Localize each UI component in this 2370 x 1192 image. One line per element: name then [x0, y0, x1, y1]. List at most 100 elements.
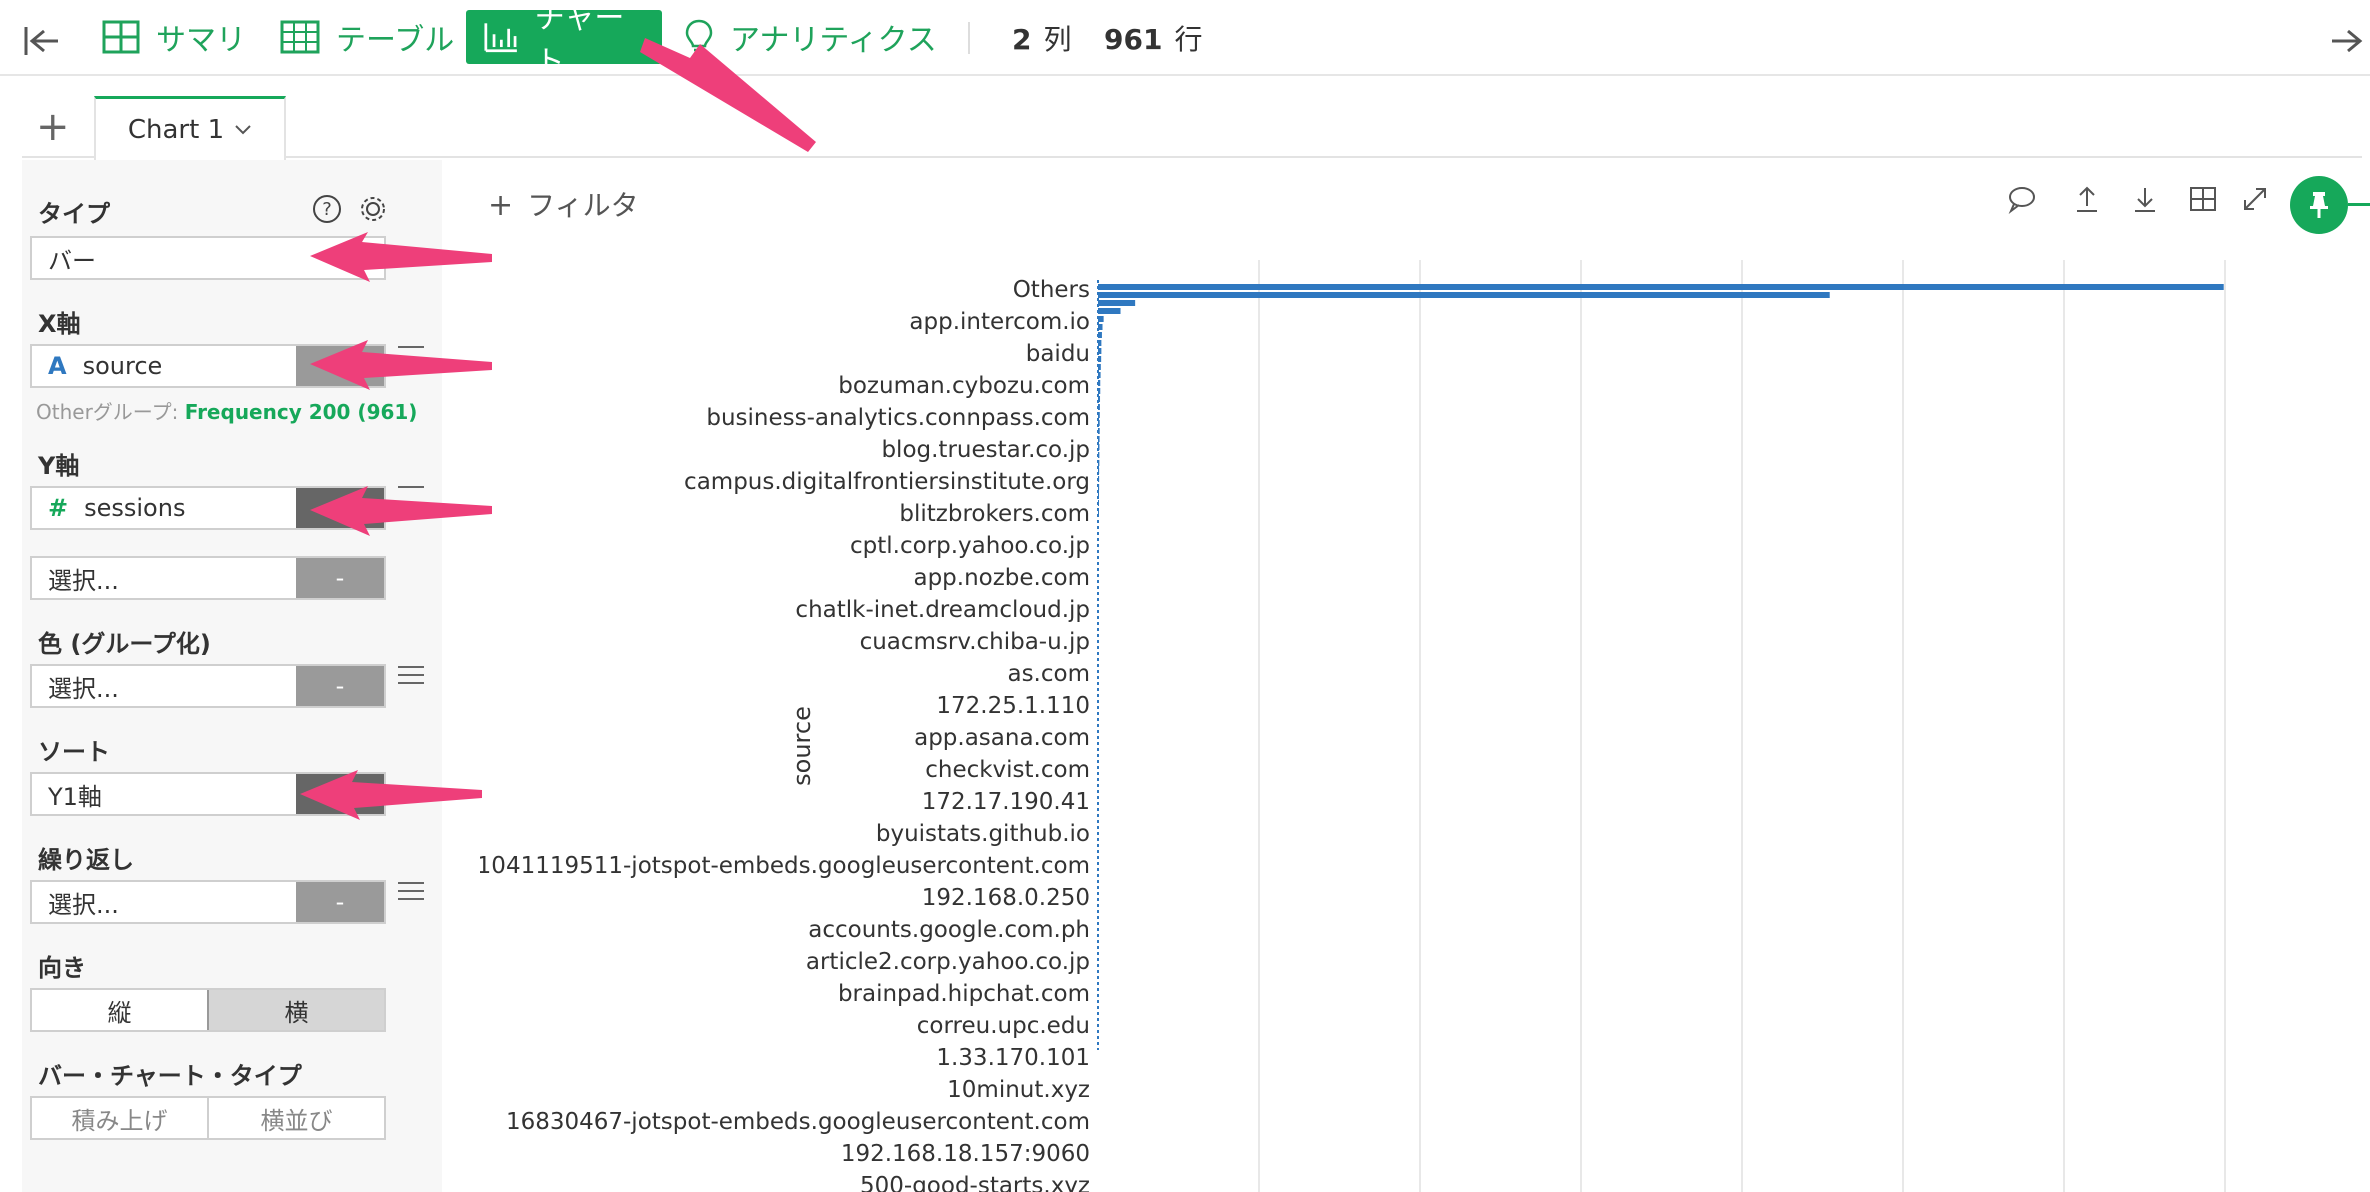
category-tick-label: 192.168.18.157:9060	[841, 1141, 1090, 1167]
bar[interactable]	[1098, 428, 1100, 434]
category-tick-label: blog.truestar.co.jp	[881, 437, 1090, 463]
y-axis-menu-icon[interactable]	[398, 480, 424, 494]
y-axis-second-button[interactable]: -	[296, 558, 384, 598]
bar[interactable]	[1098, 348, 1102, 354]
bar-type-toggle: 積み上げ 横並び	[30, 1096, 386, 1140]
y-axis-field[interactable]: # sessions	[30, 486, 386, 530]
collapse-left-icon[interactable]	[22, 14, 78, 68]
orientation-horizontal-button[interactable]: 横	[207, 990, 384, 1030]
bar[interactable]	[1098, 500, 1099, 506]
repeat-label: 繰り返し	[38, 846, 134, 874]
bar[interactable]	[1098, 396, 1101, 402]
repeat-field[interactable]: 選択... -	[30, 880, 386, 924]
category-tick-label: 1.33.170.101	[936, 1045, 1090, 1071]
filter-label: フィルタ	[527, 189, 639, 222]
fullscreen-icon[interactable]	[2240, 184, 2270, 218]
bar[interactable]	[1098, 308, 1121, 314]
bar[interactable]	[1098, 356, 1102, 362]
bar[interactable]	[1098, 404, 1100, 410]
tab-analytics-label: アナリティクス	[730, 23, 937, 58]
bar[interactable]	[1098, 468, 1100, 474]
category-tick-label: chatlk-inet.dreamcloud.jp	[795, 597, 1090, 623]
repeat-placeholder: 選択...	[48, 890, 119, 919]
color-group-menu-icon[interactable]	[398, 660, 424, 690]
add-filter-button[interactable]: + フィルタ	[488, 184, 639, 224]
pin-to-dashboard-button[interactable]	[2290, 176, 2348, 234]
bar[interactable]	[1098, 380, 1101, 386]
other-group-link[interactable]: Frequency 200 (961)	[185, 400, 418, 424]
sort-field[interactable]: Y1軸	[30, 772, 386, 816]
color-group-field[interactable]: 選択... -	[30, 664, 386, 708]
bar[interactable]	[1098, 300, 1136, 306]
bar[interactable]	[1098, 316, 1104, 322]
y-axis-label: Y軸	[38, 452, 80, 480]
x-axis-label: X軸	[38, 310, 81, 338]
upload-icon[interactable]	[2072, 184, 2102, 218]
category-tick-label: 500-good-starts.xyz	[860, 1173, 1090, 1192]
category-tick-label: article2.corp.yahoo.co.jp	[806, 949, 1090, 975]
category-tick-label: accounts.google.com.ph	[808, 917, 1090, 943]
repeat-button[interactable]: -	[296, 882, 384, 922]
comment-icon[interactable]	[2006, 184, 2036, 218]
tab-table[interactable]: テーブル	[280, 10, 454, 64]
bar[interactable]	[1098, 340, 1102, 346]
bar[interactable]	[1098, 492, 1099, 498]
expand-right-icon[interactable]	[2330, 14, 2370, 68]
category-tick-label: cuacmsrv.chiba-u.jp	[860, 629, 1090, 655]
add-chart-button[interactable]: +	[36, 104, 70, 150]
color-group-label: 色 (グループ化)	[38, 630, 211, 658]
sort-direction-button[interactable]	[296, 774, 384, 814]
category-tick-label: blitzbrokers.com	[899, 501, 1090, 527]
bar[interactable]	[1098, 412, 1100, 418]
data-table-icon[interactable]	[2188, 184, 2218, 218]
category-tick-label: 16830467-jotspot-embeds.googleuserconten…	[506, 1109, 1090, 1135]
bar[interactable]	[1098, 372, 1101, 378]
tab-chart[interactable]: チャート	[466, 1, 662, 80]
bar[interactable]	[1098, 332, 1102, 338]
bar[interactable]	[1098, 460, 1100, 466]
tab-chart-1[interactable]: Chart 1	[94, 96, 286, 160]
category-tick-label: 172.17.190.41	[922, 789, 1090, 815]
bar[interactable]	[1098, 508, 1099, 514]
bar[interactable]	[1098, 284, 2224, 290]
bar[interactable]	[1098, 444, 1100, 450]
x-axis-field[interactable]: A source	[30, 344, 386, 388]
pin-connector	[2348, 203, 2370, 206]
bar[interactable]	[1098, 452, 1100, 458]
y-axis-aggregation-button[interactable]	[296, 488, 384, 528]
gear-icon[interactable]	[358, 194, 388, 228]
chart-settings-panel: タイプ ? バー X軸 A source Otherグループ: Frequenc…	[22, 160, 442, 1192]
category-tick-label: app.nozbe.com	[913, 565, 1090, 591]
help-icon[interactable]: ?	[312, 194, 342, 228]
bar-type-side-by-side-button[interactable]: 横並び	[207, 1098, 384, 1138]
chart-type-value: バー	[48, 246, 96, 275]
bar[interactable]	[1098, 436, 1100, 442]
tab-analytics[interactable]: アナリティクス	[684, 10, 937, 64]
category-tick-label: as.com	[1007, 661, 1090, 687]
bar[interactable]	[1098, 324, 1103, 330]
download-icon[interactable]	[2130, 184, 2160, 218]
tab-table-label: テーブル	[336, 23, 455, 58]
tab-chart-label: チャート	[534, 1, 625, 80]
repeat-menu-icon[interactable]	[398, 876, 424, 906]
bar[interactable]	[1098, 388, 1101, 394]
x-axis-menu-icon[interactable]	[398, 340, 424, 354]
chart-type-select[interactable]: バー	[30, 236, 386, 280]
bar[interactable]	[1098, 420, 1100, 426]
y-axis-second-field[interactable]: 選択... -	[30, 556, 386, 600]
type-label: タイプ	[38, 200, 110, 228]
bar[interactable]	[1098, 364, 1101, 370]
orientation-vertical-button[interactable]: 縦	[32, 990, 207, 1030]
bar-type-stacked-button[interactable]: 積み上げ	[32, 1098, 207, 1138]
bar[interactable]	[1098, 292, 1830, 298]
bar[interactable]	[1098, 484, 1100, 490]
x-axis-options-button[interactable]	[296, 346, 384, 386]
tab-summary[interactable]: サマリ	[102, 10, 246, 64]
lightbulb-icon	[685, 19, 713, 56]
top-toolbar: サマリ テーブル チャート アナリティクス 2列 961 行	[0, 0, 2370, 80]
bar[interactable]	[1098, 476, 1100, 482]
bar-type-label: バー・チャート・タイプ	[38, 1062, 302, 1090]
color-group-button[interactable]: -	[296, 666, 384, 706]
category-tick-label: byuistats.github.io	[876, 821, 1090, 847]
y-axis-value: sessions	[84, 494, 186, 522]
